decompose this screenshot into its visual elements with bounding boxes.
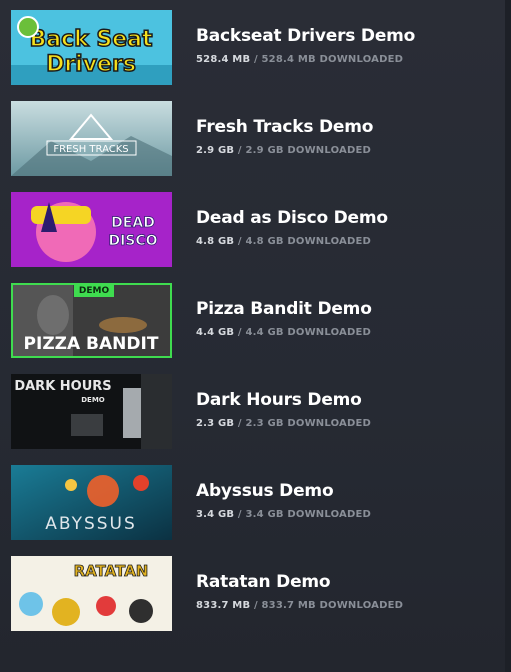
downloads-panel: Back Seat Drivers Backseat Drivers Demo …: [0, 0, 505, 672]
dark-hours-art: DARK HOURS DEMO: [11, 374, 172, 449]
download-size: 3.4 GB / 3.4 GB DOWNLOADED: [196, 509, 371, 520]
svg-text:FRESH TRACKS: FRESH TRACKS: [53, 144, 128, 155]
svg-text:DISCO: DISCO: [108, 233, 157, 249]
download-item-dead-as-disco[interactable]: DEAD DISCO Dead as Disco Demo 4.8 GB / 4…: [0, 192, 505, 268]
game-thumbnail[interactable]: FRESH TRACKS: [11, 101, 172, 176]
game-thumbnail[interactable]: RATATAN: [11, 556, 172, 631]
game-thumbnail[interactable]: Back Seat Drivers: [11, 10, 172, 85]
download-item-backseat-drivers[interactable]: Back Seat Drivers Backseat Drivers Demo …: [0, 10, 505, 86]
svg-text:DEMO: DEMO: [81, 396, 105, 404]
abyssus-art: ABYSSUS: [11, 465, 172, 540]
dead-as-disco-art: DEAD DISCO: [11, 192, 172, 267]
ratatan-art: RATATAN: [11, 556, 172, 631]
download-item-fresh-tracks[interactable]: FRESH TRACKS Fresh Tracks Demo 2.9 GB / …: [0, 101, 505, 177]
svg-text:PIZZA BANDIT: PIZZA BANDIT: [24, 334, 159, 354]
game-title[interactable]: Dead as Disco Demo: [196, 208, 388, 228]
download-size: 4.8 GB / 4.8 GB DOWNLOADED: [196, 236, 371, 247]
svg-text:RATATAN: RATATAN: [74, 562, 149, 580]
download-size: 4.4 GB / 4.4 GB DOWNLOADED: [196, 327, 371, 338]
game-thumbnail[interactable]: PIZZA BANDIT DEMO: [11, 283, 172, 358]
svg-text:DARK HOURS: DARK HOURS: [14, 379, 111, 394]
download-item-abyssus[interactable]: ABYSSUS Abyssus Demo 3.4 GB / 3.4 GB DOW…: [0, 465, 505, 541]
download-item-dark-hours[interactable]: DARK HOURS DEMO Dark Hours Demo 2.3 GB /…: [0, 374, 505, 450]
svg-text:DEAD: DEAD: [111, 215, 155, 231]
svg-text:Drivers: Drivers: [46, 52, 136, 77]
download-item-pizza-bandit[interactable]: PIZZA BANDIT DEMO Pizza Bandit Demo 4.4 …: [0, 283, 505, 359]
download-size: 833.7 MB / 833.7 MB DOWNLOADED: [196, 600, 404, 611]
game-title[interactable]: Backseat Drivers Demo: [196, 26, 415, 46]
svg-text:Back Seat: Back Seat: [29, 27, 153, 52]
game-thumbnail[interactable]: DARK HOURS DEMO: [11, 374, 172, 449]
game-thumbnail[interactable]: DEAD DISCO: [11, 192, 172, 267]
fresh-tracks-art: FRESH TRACKS: [11, 101, 172, 176]
download-size: 2.9 GB / 2.9 GB DOWNLOADED: [196, 145, 371, 156]
game-title[interactable]: Fresh Tracks Demo: [196, 117, 373, 137]
scrollbar-track[interactable]: [505, 0, 511, 672]
game-title[interactable]: Abyssus Demo: [196, 481, 334, 501]
game-title[interactable]: Pizza Bandit Demo: [196, 299, 372, 319]
svg-text:ABYSSUS: ABYSSUS: [45, 514, 137, 534]
game-thumbnail[interactable]: ABYSSUS: [11, 465, 172, 540]
download-size: 2.3 GB / 2.3 GB DOWNLOADED: [196, 418, 371, 429]
download-item-ratatan[interactable]: RATATAN Ratatan Demo 833.7 MB / 833.7 MB…: [0, 556, 505, 632]
download-size: 528.4 MB / 528.4 MB DOWNLOADED: [196, 54, 404, 65]
demo-tag: DEMO: [74, 285, 114, 297]
game-title[interactable]: Dark Hours Demo: [196, 390, 362, 410]
installed-badge-icon: [17, 16, 39, 38]
game-title[interactable]: Ratatan Demo: [196, 572, 331, 592]
